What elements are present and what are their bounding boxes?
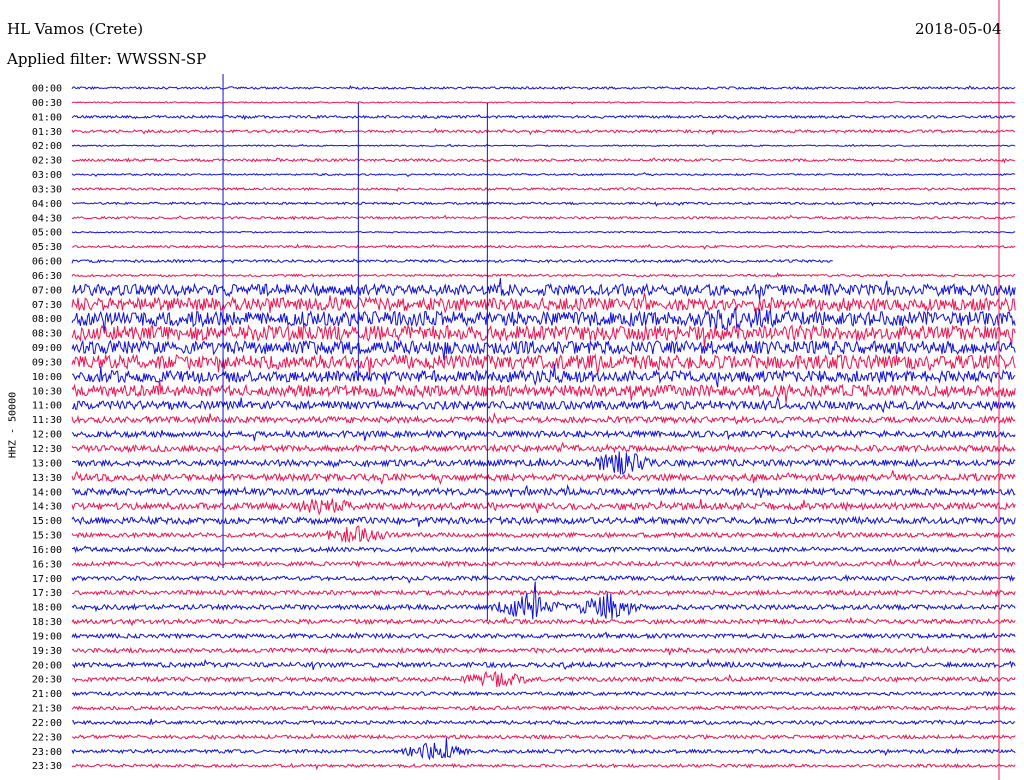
row-time-label: 16:00: [32, 545, 62, 556]
row-time-label: 23:00: [32, 747, 62, 758]
row-time-label: 16:30: [32, 559, 62, 570]
row-time-label: 21:00: [32, 689, 62, 700]
trace-row-0200: [71, 143, 1016, 148]
row-time-label: 17:30: [32, 588, 62, 599]
trace-row-0630: [71, 271, 1016, 279]
row-time-label: 23:30: [32, 761, 62, 772]
row-time-label: 01:30: [32, 127, 62, 138]
row-time-label: 10:30: [32, 386, 62, 397]
trace-row-2130: [71, 705, 1016, 712]
row-time-label: 20:00: [32, 660, 62, 671]
row-time-label: 22:30: [32, 732, 62, 743]
row-time-label: 01:00: [32, 112, 62, 123]
row-time-label: 08:00: [32, 314, 62, 325]
trace-row-0100: [71, 113, 1016, 121]
row-time-label: 11:30: [32, 415, 62, 426]
trace-row-1100: [71, 395, 1016, 414]
date-label: 2018-05-04: [915, 20, 1002, 38]
trace-row-0230: [71, 157, 1016, 164]
trace-row-1500: [71, 515, 1016, 527]
trace-row-1800: [71, 581, 1016, 620]
row-time-label: 15:00: [32, 516, 62, 527]
trace-row-1130: [71, 412, 1016, 425]
row-time-label: 11:00: [32, 401, 62, 412]
row-time-label: 00:00: [32, 84, 62, 95]
row-time-label: 14:30: [32, 502, 62, 513]
helicorder-plot: 00:00 00:30 01:00 01:30 02:00 02:30 03:00 03:30…: [32, 0, 1016, 780]
trace-row-1200: [71, 429, 1016, 441]
row-time-label: 13:30: [32, 473, 62, 484]
trace-row-0400: [71, 201, 1016, 207]
trace-row-0030: [71, 101, 1016, 105]
trace-row-0500: [71, 230, 1016, 234]
row-time-label: 21:30: [32, 704, 62, 715]
trace-row-1630: [71, 558, 1016, 568]
trace-row-1830: [71, 616, 1016, 627]
trace-row-0130: [71, 127, 1016, 136]
row-time-label: 19:30: [32, 646, 62, 657]
row-time-label: 04:30: [32, 213, 62, 224]
trace-row-1230: [71, 441, 1016, 454]
trace-row-0000: [71, 84, 1016, 91]
trace-row-2200: [71, 718, 1016, 727]
row-time-label: 07:30: [32, 300, 62, 311]
trace-row-2100: [71, 690, 1016, 697]
station-title: HL Vamos (Crete): [7, 20, 144, 38]
filter-label: Applied filter: WWSSN-SP: [7, 50, 207, 68]
row-time-label: 08:30: [32, 329, 62, 340]
row-time-label: 15:30: [32, 531, 62, 542]
row-time-label: 17:00: [32, 574, 62, 585]
row-time-label: 05:00: [32, 228, 62, 239]
trace-row-0330: [71, 186, 1016, 192]
trace-row-1530: [71, 525, 1016, 544]
trace-row-0900: [71, 339, 1016, 361]
trace-row-0600: [71, 258, 833, 264]
trace-row-1330: [71, 470, 1016, 485]
row-time-label: 04:00: [32, 199, 62, 210]
trace-row-2000: [71, 658, 1016, 671]
trace-row-1930: [71, 645, 1016, 656]
row-time-label: 12:00: [32, 430, 62, 441]
time-labels: 00:00 00:30 01:00 01:30 02:00 02:30 03:00 03:30…: [32, 84, 62, 773]
trace-row-1700: [71, 573, 1016, 584]
trace-row-2330: [71, 762, 1016, 771]
trace-row-0530: [72, 243, 1016, 250]
row-time-label: 02:00: [32, 141, 62, 152]
row-time-label: 07:00: [32, 285, 62, 296]
trace-row-1030: [71, 378, 1016, 403]
trace-row-1730: [71, 588, 1016, 598]
trace-row-1900: [71, 631, 1016, 640]
row-time-label: 18:00: [32, 603, 62, 614]
row-time-label: 19:00: [32, 631, 62, 642]
trace-row-1300: [71, 451, 1016, 475]
row-time-label: 10:00: [32, 372, 62, 383]
row-time-label: 03:00: [32, 170, 62, 181]
row-time-label: 06:00: [32, 257, 62, 268]
row-time-label: 20:30: [32, 675, 62, 686]
row-time-label: 13:00: [32, 458, 62, 469]
trace-row-1400: [71, 483, 1016, 499]
trace-row-2030: [71, 670, 1016, 688]
row-time-label: 02:30: [32, 156, 62, 167]
trace-row-0700: [71, 278, 1016, 301]
row-time-label: 09:00: [32, 343, 62, 354]
row-time-label: 03:30: [32, 184, 62, 195]
trace-row-0800: [71, 307, 1016, 333]
trace-row-2300: [71, 737, 1016, 761]
row-time-label: 06:30: [32, 271, 62, 282]
trace-row-0430: [71, 214, 1016, 221]
trace-row-1600: [71, 545, 1016, 554]
channel-label: HHZ - 50000: [7, 391, 19, 459]
trace-row-1430: [71, 498, 1016, 516]
trace-row-2230: [71, 732, 1016, 741]
row-time-label: 09:30: [32, 357, 62, 368]
row-time-label: 22:00: [32, 718, 62, 729]
row-time-label: 00:30: [32, 98, 62, 109]
row-time-label: 14:00: [32, 487, 62, 498]
seismic-traces: [71, 84, 1016, 771]
trace-row-0300: [71, 172, 1016, 178]
row-time-label: 05:30: [32, 242, 62, 253]
row-time-label: 12:30: [32, 444, 62, 455]
row-time-label: 18:30: [32, 617, 62, 628]
